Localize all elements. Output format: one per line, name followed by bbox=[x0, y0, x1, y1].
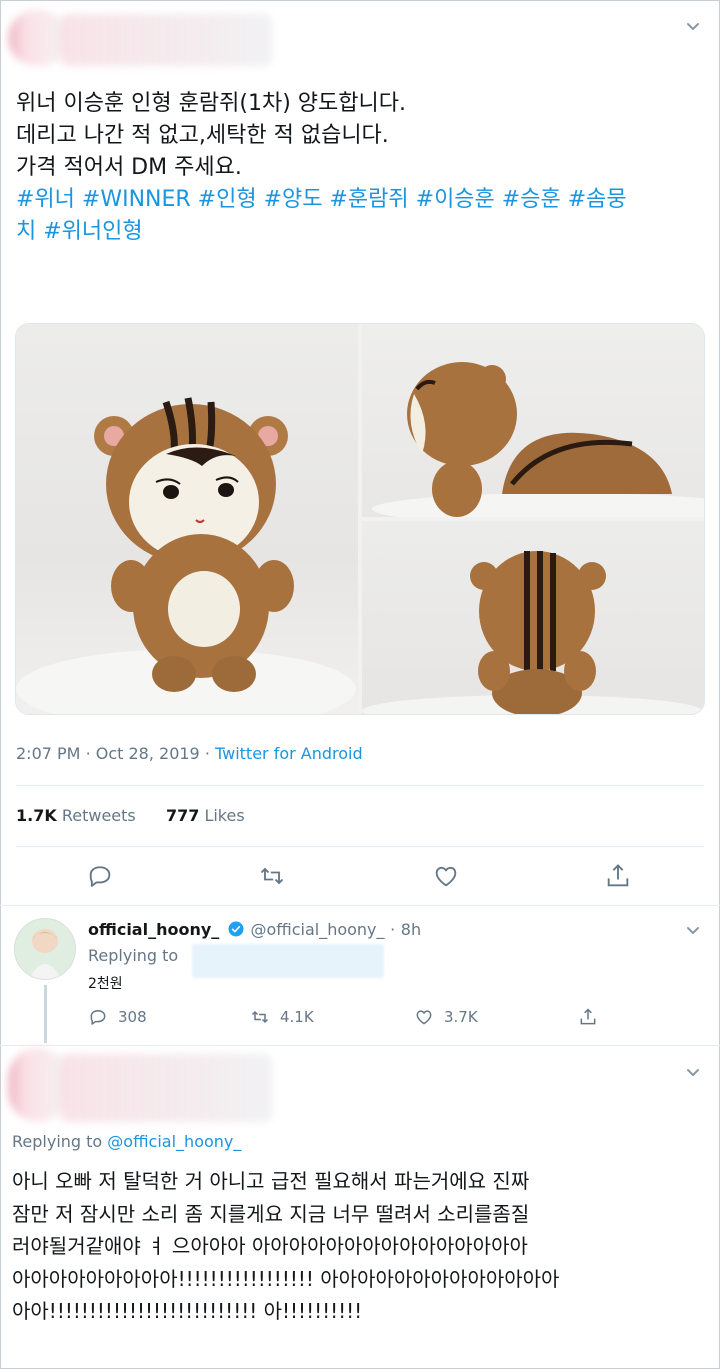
tweet-line: 위너 이승훈 인형 훈람쥐(1차) 양도합니다. bbox=[16, 91, 406, 116]
tweet-line: 잠만 저 잠시만 소리 좀 지를게요 지금 너무 떨려서 소리를좀질 bbox=[12, 1201, 530, 1226]
replying-to: Replying to @official_hoony_ bbox=[12, 1132, 241, 1151]
meta-separator: · bbox=[85, 744, 96, 763]
tweet-text: 위너 이승훈 인형 훈람쥐(1차) 양도합니다. 데리고 나간 적 없고,세탁한… bbox=[16, 88, 706, 248]
likes-count[interactable]: 777 bbox=[166, 806, 199, 825]
photo-plush-side[interactable] bbox=[362, 324, 704, 517]
photo-plush-back[interactable] bbox=[362, 521, 704, 714]
replying-to-handle[interactable]: @official_hoony_ bbox=[107, 1132, 241, 1151]
share-action[interactable] bbox=[578, 1007, 598, 1027]
divider bbox=[0, 905, 720, 906]
divider bbox=[16, 846, 704, 847]
meta-separator: · bbox=[390, 920, 396, 939]
retweet-icon[interactable] bbox=[258, 862, 286, 890]
reply-action[interactable]: 308 bbox=[88, 1007, 147, 1027]
photo-grid[interactable] bbox=[15, 323, 705, 715]
second-tweet-text: 아니 오빠 저 탈덕한 거 아니고 급전 필요해서 파는거에요 진짜 잠만 저 … bbox=[12, 1165, 712, 1328]
tweet-time[interactable]: 2:07 PM bbox=[16, 744, 80, 763]
thread-line bbox=[44, 985, 47, 1043]
share-icon[interactable] bbox=[578, 1007, 598, 1027]
retweets-label[interactable]: Retweets bbox=[62, 806, 136, 825]
reply-icon[interactable] bbox=[86, 862, 114, 890]
tweet-meta: 2:07 PM · Oct 28, 2019 · Twitter for And… bbox=[16, 744, 363, 763]
tweet-line: 러야될거같애야 ㅕ 으아아아 아아아아아아아아아아아아아아아 bbox=[12, 1234, 528, 1258]
reply-header: official_hoony_ @official_hoony_ · 8h bbox=[88, 920, 421, 939]
chevron-down-icon[interactable] bbox=[682, 920, 704, 942]
handle[interactable]: @official_hoony_ bbox=[250, 920, 384, 939]
retweet-icon[interactable] bbox=[250, 1007, 270, 1027]
replying-to-label: Replying to bbox=[12, 1132, 103, 1151]
tweet-line: 가격 적어서 DM 주세요. bbox=[16, 155, 242, 180]
photo-plush-front[interactable] bbox=[16, 324, 358, 714]
likes-label[interactable]: Likes bbox=[204, 806, 244, 825]
hashtags[interactable]: 치 #위너인형 bbox=[16, 216, 706, 248]
tweet-date[interactable]: Oct 28, 2019 bbox=[96, 744, 200, 763]
tweet-stats: 1.7K Retweets 777 Likes bbox=[16, 806, 245, 825]
avatar[interactable] bbox=[14, 918, 76, 980]
redacted-handle bbox=[192, 944, 384, 978]
tweet-age[interactable]: 8h bbox=[401, 920, 421, 939]
reply-text: 2천원 bbox=[88, 976, 123, 992]
tweet-line: 아아아아아아아아아!!!!!!!!!!!!!!!!! 아아아아아아아아아아아아아 bbox=[12, 1266, 560, 1291]
meta-separator: · bbox=[204, 744, 215, 763]
tweet-source[interactable]: Twitter for Android bbox=[215, 744, 363, 763]
tweet-line: 데리고 나간 적 없고,세탁한 적 없습니다. bbox=[16, 123, 389, 148]
tweet-line: 아아!!!!!!!!!!!!!!!!!!!!!!!!!! 아!!!!!!!!!! bbox=[12, 1299, 363, 1323]
chevron-down-icon[interactable] bbox=[682, 16, 704, 38]
display-name[interactable]: official_hoony_ bbox=[88, 920, 219, 939]
blurred-username bbox=[60, 14, 272, 66]
verified-icon bbox=[228, 921, 244, 937]
like-icon[interactable] bbox=[414, 1007, 434, 1027]
retweet-count: 4.1K bbox=[280, 1008, 314, 1026]
blurred-avatar bbox=[8, 10, 68, 66]
share-icon[interactable] bbox=[604, 862, 632, 890]
divider bbox=[0, 1045, 720, 1046]
retweets-count[interactable]: 1.7K bbox=[16, 806, 57, 825]
chevron-down-icon[interactable] bbox=[682, 1062, 704, 1084]
like-action[interactable]: 3.7K bbox=[414, 1007, 478, 1027]
hashtags[interactable]: #위너 #WINNER #인형 #양도 #훈람쥐 #이승훈 #승훈 #솜뭉 bbox=[16, 184, 706, 216]
reply-count: 308 bbox=[118, 1008, 147, 1026]
like-count: 3.7K bbox=[444, 1008, 478, 1026]
divider bbox=[16, 785, 704, 786]
retweet-action[interactable]: 4.1K bbox=[250, 1007, 314, 1027]
tweet-line: 아니 오빠 저 탈덕한 거 아니고 급전 필요해서 파는거에요 진짜 bbox=[12, 1169, 530, 1193]
like-icon[interactable] bbox=[432, 862, 460, 890]
blurred-username bbox=[60, 1054, 272, 1122]
replying-to: Replying to bbox=[88, 946, 179, 965]
blurred-avatar bbox=[8, 1048, 68, 1122]
reply-icon[interactable] bbox=[88, 1007, 108, 1027]
